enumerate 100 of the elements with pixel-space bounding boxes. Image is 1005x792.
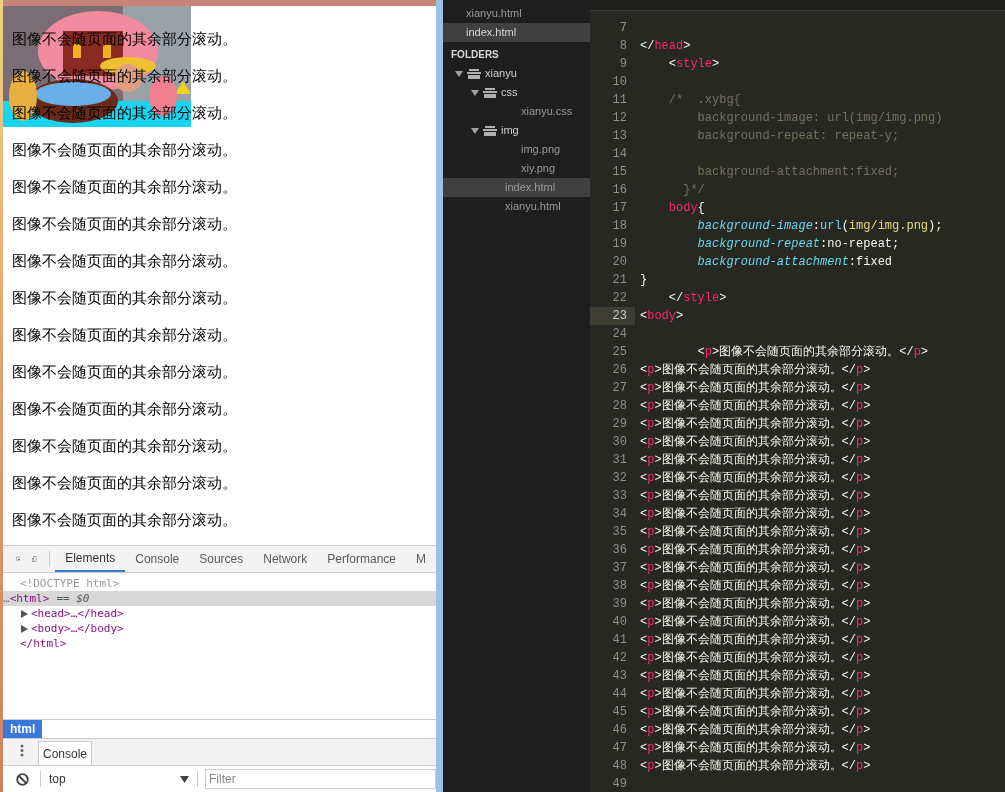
paragraph: 图像不会随页面的其余部分滚动。 [12,251,238,271]
line-number: 17 [611,200,628,217]
line-number: 19 [611,236,628,253]
code-line: <body> [639,308,684,325]
devtools-tab[interactable]: M [406,546,436,572]
code-line: background-image: url(img/img.png) [696,110,943,127]
line-number: 25 [611,344,628,361]
line-number: 47 [611,740,628,757]
code-line: <p>图像不会随页面的其余部分滚动。</p> [639,542,871,559]
line-number: 46 [611,722,628,739]
file-item[interactable]: xianyu.css [443,102,590,121]
line-number: 28 [611,398,628,415]
code-line: <p>图像不会随页面的其余部分滚动。</p> [639,434,871,451]
devtools-tab[interactable]: Console [125,546,190,572]
dom-node[interactable]: </html> [3,636,436,651]
line-number: 24 [611,326,628,343]
line-number: 20 [611,254,628,271]
code-line: background-attachment:fixed [696,254,893,271]
dropdown-arrow-icon[interactable] [180,775,189,783]
paragraph: 图像不会随页面的其余部分滚动。 [12,362,238,382]
expanded-triangle-icon[interactable] [471,88,479,97]
code-line: <p>图像不会随页面的其余部分滚动。</p> [639,560,871,577]
expanded-triangle-icon[interactable] [455,69,463,78]
line-number: 12 [611,110,628,127]
clear-icon[interactable] [16,772,29,786]
line-number: 9 [618,56,628,73]
line-number: 43 [611,668,628,685]
code-line: <p>图像不会随页面的其余部分滚动。</p> [639,650,871,667]
line-number: 32 [611,470,628,487]
line-number: 18 [611,218,628,235]
dom-tag: </html> [20,636,67,651]
code-line: <p>图像不会随页面的其余部分滚动。</p> [639,398,871,415]
code-line: <p>图像不会随页面的其余部分滚动。</p> [639,470,871,487]
breadcrumb[interactable]: html [3,720,43,738]
code-line: body{ [667,200,705,217]
folder-item[interactable]: img [443,121,590,140]
folder-icon [483,125,497,136]
line-number: 21 [611,272,628,289]
line-number: 34 [611,506,628,523]
devtools-tab[interactable]: Performance [317,546,406,572]
code-line: <p>图像不会随页面的其余部分滚动。</p> [696,344,929,361]
devtools-tab[interactable]: Elements [55,546,126,572]
line-number: 40 [611,614,628,631]
line-number: 16 [611,182,628,199]
more-icon[interactable] [20,744,24,757]
dom-node[interactable]: <head>…</head> [3,606,436,621]
dom-node[interactable]: …<html> == $0 [3,591,436,606]
folder-item[interactable]: xianyu [443,64,590,83]
code-line: <p>图像不会随页面的其余部分滚动。</p> [639,506,871,523]
ellipsis: … [3,591,10,606]
dom-tag: <body>…</body> [31,621,124,636]
paragraph: 图像不会随页面的其余部分滚动。 [12,510,238,530]
devtools-tab[interactable]: Network [253,546,318,572]
paragraph: 图像不会随页面的其余部分滚动。 [12,473,238,493]
context-select[interactable]: top [49,770,189,788]
code-line: <p>图像不会随页面的其余部分滚动。</p> [639,362,871,379]
line-number: 45 [611,704,628,721]
code-line: }*/ [682,182,705,199]
open-file-item[interactable]: index.html [443,23,590,42]
code-line: <p>图像不会随页面的其余部分滚动。</p> [639,740,871,757]
paragraph: 图像不会随页面的其余部分滚动。 [12,436,238,456]
folder-icon [483,87,497,98]
code-line: <p>图像不会随页面的其余部分滚动。</p> [639,668,871,685]
dom-tag: <head>…</head> [31,606,124,621]
code-line: background-repeat: repeat-y; [696,128,900,145]
open-file-item[interactable]: xianyu.html [443,4,590,23]
folder-item[interactable]: css [443,83,590,102]
file-item[interactable]: img.png [443,140,590,159]
paragraph: 图像不会随页面的其余部分滚动。 [12,288,238,308]
code-line: background-repeat:no-repeat; [696,236,900,253]
paragraph: 图像不会随页面的其余部分滚动。 [12,140,238,160]
line-number: 35 [611,524,628,541]
code-line: <p>图像不会随页面的其余部分滚动。</p> [639,452,871,469]
file-item[interactable]: xianyu.html [443,197,590,216]
file-item[interactable]: index.html [443,178,590,197]
expanded-triangle-icon[interactable] [471,126,479,135]
file-item[interactable]: xiy.png [443,159,590,178]
code-line: background-attachment:fixed; [696,164,900,181]
code-line: background-image:url(img/img.png); [696,218,943,235]
code-line: <p>图像不会随页面的其余部分滚动。</p> [639,614,871,631]
code-line: <p>图像不会随页面的其余部分滚动。</p> [639,380,871,397]
dom-node[interactable]: <body>…</body> [3,621,436,636]
code-line: <p>图像不会随页面的其余部分滚动。</p> [639,596,871,613]
line-number: 31 [611,452,628,469]
line-number: 10 [611,74,628,91]
line-number: 49 [611,776,628,792]
line-number: 29 [611,416,628,433]
paragraph: 图像不会随页面的其余部分滚动。 [12,214,238,234]
folders-heading: FOLDERS [450,48,500,62]
code-line: <style> [667,56,720,73]
line-number: 11 [611,92,628,109]
line-number: 30 [611,434,628,451]
selected-node-hint: == $0 [56,591,90,606]
code-line: <p>图像不会随页面的其余部分滚动。</p> [639,758,871,775]
line-number: 37 [611,560,628,577]
drawer-tab[interactable]: Console [38,741,93,765]
filter-field[interactable]: Filter [205,769,436,789]
code-line: <p>图像不会随页面的其余部分滚动。</p> [639,704,871,721]
code-line: <p>图像不会随页面的其余部分滚动。</p> [639,686,871,703]
devtools-tab[interactable]: Sources [189,546,254,572]
